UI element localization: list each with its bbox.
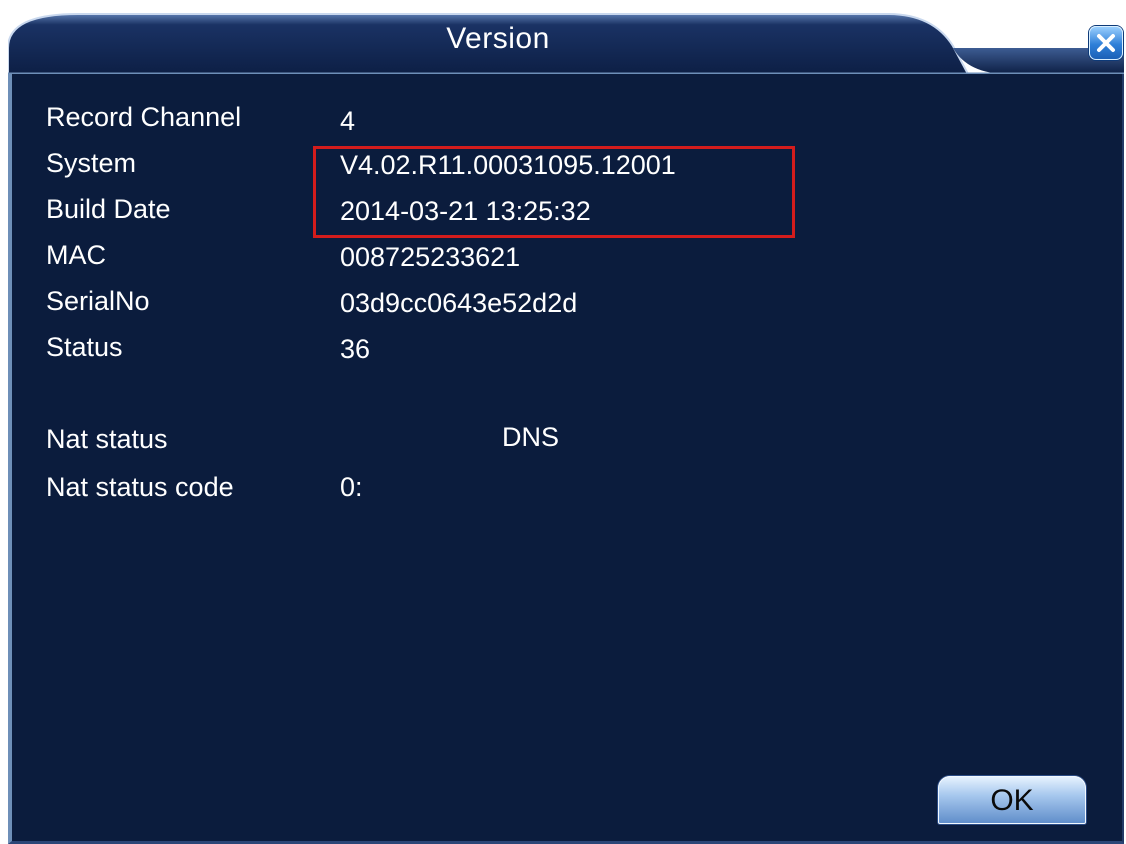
nat-status-code-label: Nat status code (46, 472, 234, 502)
status-label: Status (46, 332, 123, 362)
mac-value: 008725233621 (340, 242, 521, 272)
record-channel-value: 4 (340, 106, 356, 136)
highlight-box (313, 146, 795, 238)
nat-status-code-value: 0: (340, 472, 363, 502)
close-icon (1097, 34, 1115, 52)
close-button[interactable] (1089, 26, 1123, 60)
status-value: 36 (340, 334, 371, 364)
nat-status-label: Nat status (46, 424, 168, 454)
ok-button[interactable]: OK (938, 776, 1086, 824)
serial-no-value: 03d9cc0643e52d2d (340, 288, 578, 318)
nat-status-value: DNS (502, 422, 560, 452)
info-panel: Record Channel 4 System V4.02.R11.000310… (8, 74, 1124, 844)
title-bar[interactable]: Version (8, 8, 1124, 74)
ok-button-label: OK (990, 784, 1034, 817)
system-label: System (46, 148, 137, 178)
record-channel-label: Record Channel (46, 102, 242, 132)
build-date-label: Build Date (46, 194, 171, 224)
version-dialog: Version Record Channel 4 System V4.02.R1… (0, 0, 1126, 844)
mac-label: MAC (46, 240, 106, 270)
serial-no-label: SerialNo (46, 286, 150, 316)
window-title: Version (446, 22, 550, 55)
